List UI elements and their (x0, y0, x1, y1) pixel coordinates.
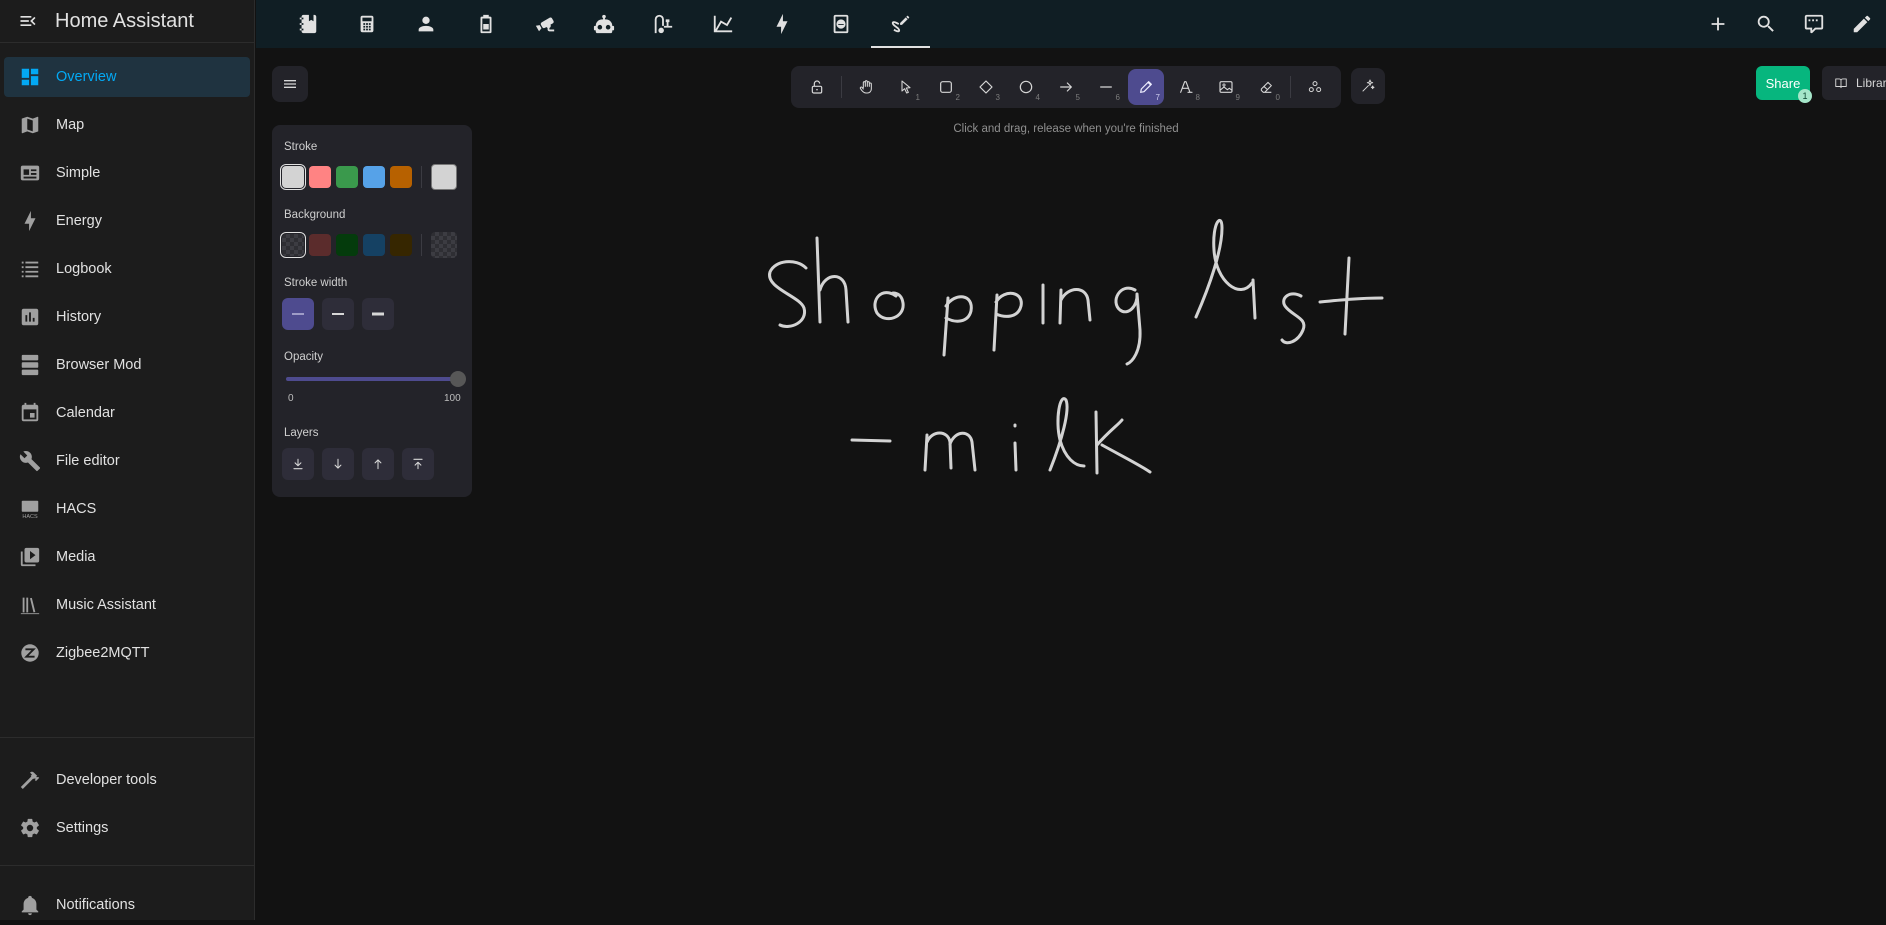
drawing-stroke (1251, 278, 1257, 320)
drawing-stroke (992, 291, 1023, 352)
drawing-stroke (1013, 423, 1018, 472)
drawing-stroke (1094, 410, 1152, 475)
drawing-stroke (1048, 397, 1086, 472)
drawing-stroke (942, 295, 973, 357)
drawing-stroke (815, 236, 850, 324)
drawing-stroke (1318, 256, 1384, 336)
drawing-stroke (768, 260, 808, 328)
drawing-stroke (923, 431, 977, 472)
drawing-stroke (1194, 219, 1254, 319)
drawing-stroke (1114, 286, 1142, 366)
drawing-stroke (873, 291, 905, 321)
drawing-stroke (1280, 292, 1306, 345)
freehand-drawing (768, 219, 1384, 475)
drawing-stroke (1058, 288, 1092, 325)
drawing-stroke (850, 438, 892, 443)
